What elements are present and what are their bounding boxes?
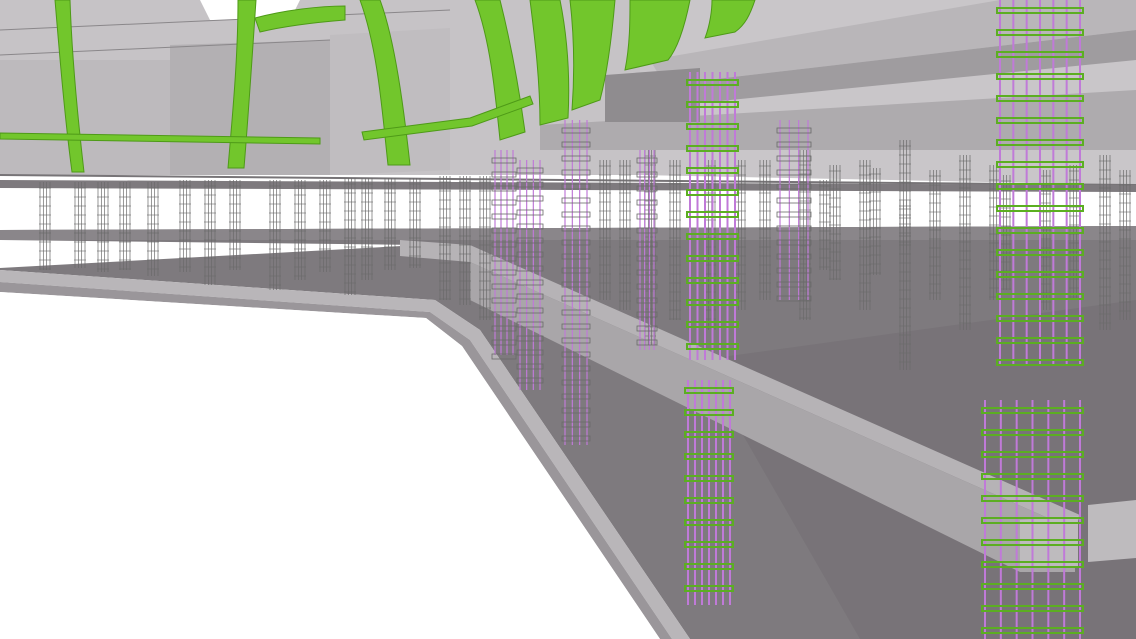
upper-wall-left <box>0 60 170 175</box>
structural-model-scene[interactable] <box>0 0 1136 639</box>
floor-slab <box>0 180 1136 639</box>
right-beam-stub <box>1088 500 1136 562</box>
gray-rebar-cage <box>361 178 373 280</box>
upper-drop-beam <box>605 68 700 122</box>
model-viewport[interactable] <box>0 0 1136 639</box>
